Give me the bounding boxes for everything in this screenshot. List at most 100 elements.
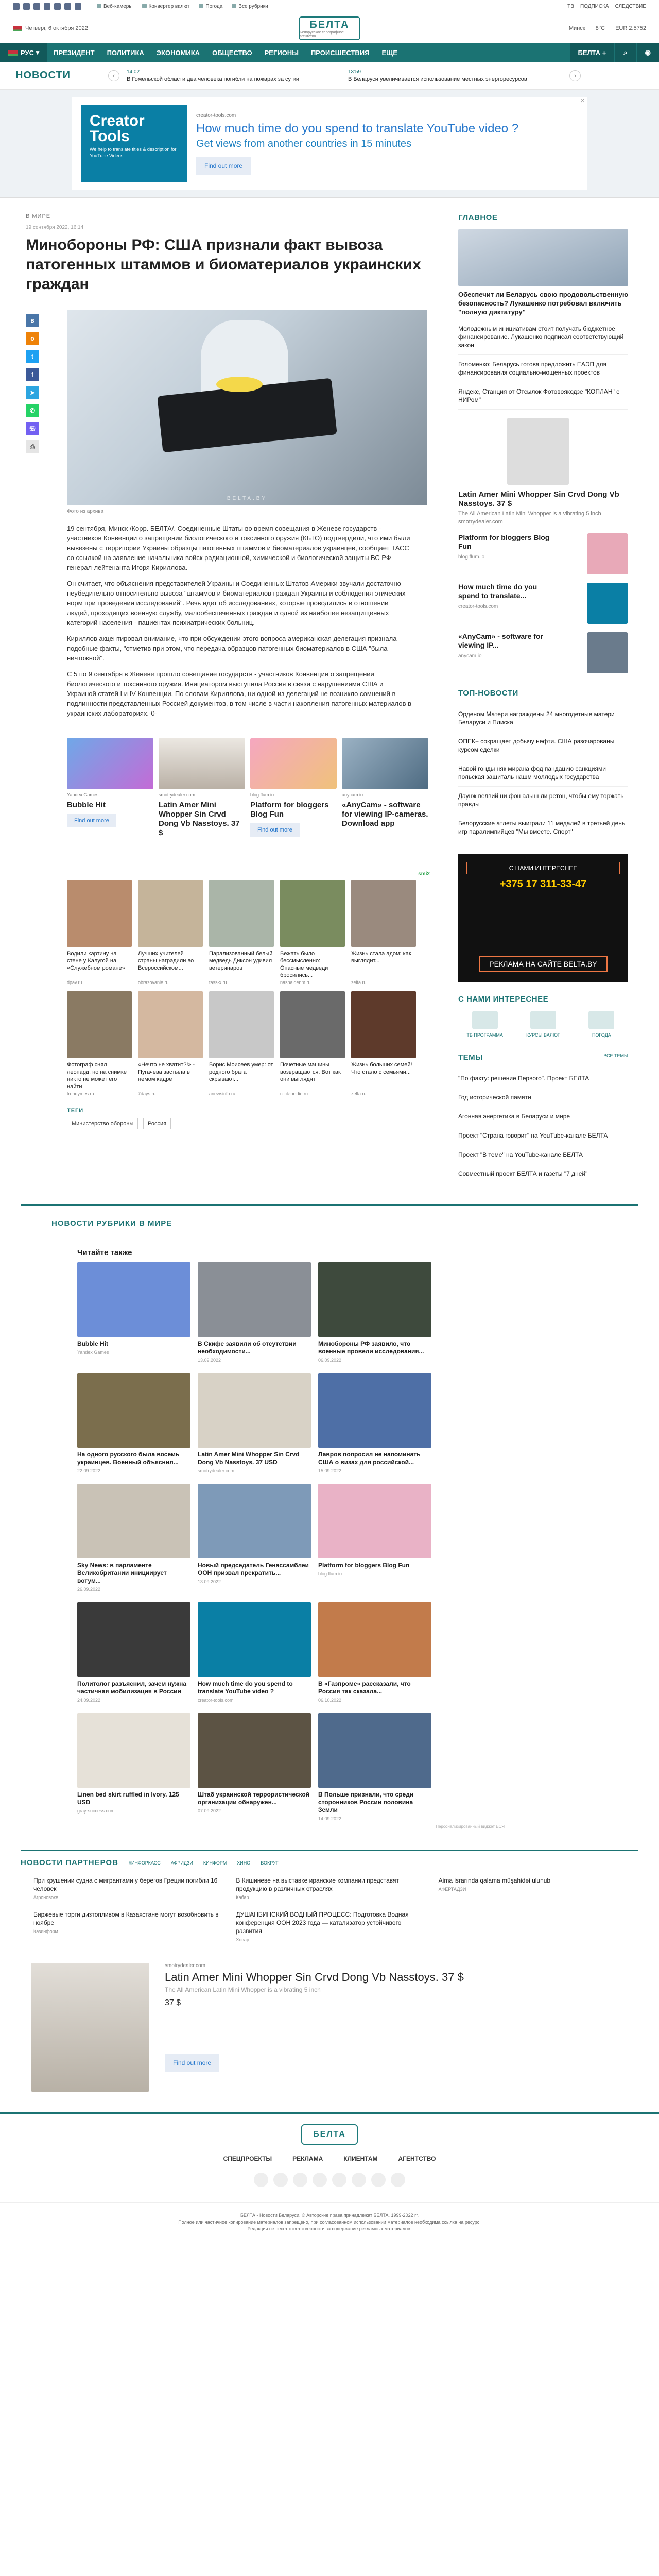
theme-item[interactable]: Проект "Страна говорит" на YouTube-канал… [458, 1126, 628, 1145]
partner-card[interactable]: Жизнь больших семей! Что стало с семьями… [351, 991, 416, 1096]
main-news-item[interactable]: Голоменко: Беларусь готова предложить EA… [458, 355, 628, 382]
belta-plus-link[interactable]: БЕЛТА + [569, 43, 615, 62]
language-select[interactable]: РУС ▾ [0, 43, 48, 62]
theme-item[interactable]: "По факту: решение Первого". Проект БЕЛТ… [458, 1069, 628, 1088]
partner-card[interactable]: «Нечто не хватит?!» - Пугачева застыла в… [138, 991, 203, 1096]
ad-button[interactable]: Find out more [67, 814, 116, 827]
partner-card[interactable]: Фотограф снял леопард, но на снимке никт… [67, 991, 132, 1096]
advertise-banner[interactable]: С НАМИ ИНТЕРЕСНЕЕ +375 17 311-33-47 РЕКЛ… [458, 854, 628, 982]
read-also-item[interactable]: Политолог разъяснил, зачем нужна частичн… [77, 1602, 190, 1703]
all-themes-link[interactable]: ВСЕ ТЕМЫ [603, 1053, 628, 1069]
telegram-icon[interactable] [371, 2173, 386, 2187]
partner-card[interactable]: Почетные машины возвращаются. Вот как он… [280, 991, 345, 1096]
eye-icon[interactable]: ◉ [636, 43, 659, 62]
print-icon[interactable]: ⎙ [26, 440, 39, 453]
ticker-item[interactable]: 14:02 В Гомельской области два человека п… [127, 68, 348, 83]
read-also-item[interactable]: Sky News: в парламенте Великобритании ин… [77, 1484, 190, 1592]
partner-card[interactable]: Жизнь стала адом: как выглядит... zelfa.r… [351, 880, 416, 985]
rubrics-link[interactable]: Все рубрики [232, 4, 268, 9]
ad-card[interactable]: Yandex Games Bubble Hit Find out more [67, 738, 153, 869]
partner-card[interactable]: Парализованный белый медведь Диксон удив… [209, 880, 274, 985]
webcams-link[interactable]: Веб-камеры [97, 4, 133, 9]
read-also-item[interactable]: Новый председатель Генассамблеи ООН приз… [198, 1484, 311, 1592]
investigation-link[interactable]: СЛЕДСТВИЕ [615, 4, 646, 9]
read-also-item[interactable]: Штаб украинской террористической организ… [198, 1713, 311, 1821]
sidebar-ad-row[interactable]: Platform for bloggers Blog Fun blog.flum.… [458, 533, 628, 574]
facebook-icon[interactable] [33, 3, 40, 10]
theme-item[interactable]: Год исторической памяти [458, 1088, 628, 1107]
ad-headline[interactable]: How much time do you spend to translate … [196, 122, 518, 136]
partner-news-item[interactable]: ДУШАНБИНСКИЙ ВОДНЫЙ ПРОЦЕСС: Подготовка … [236, 1910, 423, 1942]
nav-politics[interactable]: ПОЛИТИКА [101, 43, 150, 62]
search-icon[interactable]: ⌕ [615, 43, 636, 62]
partner-news-item[interactable]: Биржевые торги дизтопливом в Казахстане … [33, 1910, 220, 1942]
chevron-left-icon[interactable]: ‹ [108, 70, 119, 81]
partner-label[interactable]: ХИНО [237, 1860, 250, 1866]
nav-more[interactable]: ЕЩЕ [375, 43, 404, 62]
top-news-item[interactable]: Даунж велвий ни фон алыш ли ретон, чтобы… [458, 787, 628, 814]
top-news-item[interactable]: ОПЕК+ сокращает добычу нефти. США разоча… [458, 732, 628, 759]
twitter-icon[interactable] [313, 2173, 327, 2187]
facebook-share-icon[interactable]: f [26, 368, 39, 381]
nav-society[interactable]: ОБЩЕСТВО [206, 43, 258, 62]
close-icon[interactable]: ✕ [581, 98, 585, 104]
theme-item[interactable]: Проект "В теме" на YouTube-канале БЕЛТА [458, 1145, 628, 1164]
tv-program-link[interactable]: ТВ ПРОГРАММА [458, 1011, 511, 1038]
sidebar-ad-row[interactable]: «AnyCam» - software for viewing IP... any… [458, 632, 628, 673]
read-also-item[interactable]: Latin Amer Mini Whopper Sin Crvd Dong Vb… [198, 1373, 311, 1473]
nav-incidents[interactable]: ПРОИСШЕСТВИЯ [305, 43, 376, 62]
read-also-item[interactable]: Linen bed skirt ruffled in Ivory. 125 US… [77, 1713, 190, 1821]
viber-share-icon[interactable]: ☏ [26, 422, 39, 435]
telegram-share-icon[interactable]: ➤ [26, 386, 39, 399]
ok-share-icon[interactable]: о [26, 332, 39, 345]
main-news-item[interactable]: Яндекс, Станция от Отсылок Фотовоякодзе … [458, 382, 628, 410]
tag-item[interactable]: Министерство обороны [67, 1118, 138, 1129]
youtube-icon[interactable] [352, 2173, 366, 2187]
theme-item[interactable]: Совместный проект БЕЛТА и газеты "7 дней… [458, 1164, 628, 1183]
vk-icon[interactable] [254, 2173, 268, 2187]
whatsapp-share-icon[interactable]: ✆ [26, 404, 39, 417]
top-news-item[interactable]: Белорусские атлеты выиграли 11 медалей в… [458, 814, 628, 841]
read-also-item[interactable]: На одного русского была восемь украинцев… [77, 1373, 190, 1473]
read-also-item[interactable]: Platform for bloggers Blog Fun blog.flum.… [318, 1484, 431, 1592]
partner-news-item[interactable]: В Кишиневе на выставке иранские компании… [236, 1876, 423, 1900]
partner-card[interactable]: Бежать было бессмысленно: Опасные медвед… [280, 880, 345, 985]
ad-find-out-button[interactable]: Find out more [196, 157, 251, 175]
nav-regions[interactable]: РЕГИОНЫ [258, 43, 305, 62]
site-logo[interactable]: БЕЛТА Белорусское телеграфное агентство [299, 16, 360, 40]
partner-news-item[interactable]: При крушении судна с мигрантами у берего… [33, 1876, 220, 1900]
partner-label[interactable]: АФРИДЗИ [171, 1860, 193, 1866]
theme-item[interactable]: Агонная энергетика в Беларуси и мире [458, 1107, 628, 1126]
ad-card[interactable]: anycam.io «AnyCam» - software for viewing… [342, 738, 428, 869]
weather-widget-link[interactable]: ПОГОДА [575, 1011, 628, 1038]
partner-news-item[interactable]: Aima israrında qalama müşahidəi ulunub АФ… [439, 1876, 626, 1900]
ticker-item[interactable]: 13:59 В Беларуси увеличивается использова… [348, 68, 569, 83]
sidebar-ad-row[interactable]: How much time do you spend to translate.… [458, 583, 628, 624]
footer-special-projects[interactable]: СПЕЦПРОЕКТЫ [223, 2155, 272, 2162]
partner-card[interactable]: Водили картину на стене у Калугой на «Сл… [67, 880, 132, 985]
tag-item[interactable]: Россия [143, 1118, 171, 1129]
vk-share-icon[interactable]: в [26, 314, 39, 327]
footer-agency[interactable]: АГЕНТСТВО [398, 2155, 436, 2162]
read-also-item[interactable]: В Польше признали, что среди сторонников… [318, 1713, 431, 1821]
footer-advertising[interactable]: РЕКЛАМА [292, 2155, 323, 2162]
top-news-item[interactable]: Навой гонды няк мирана фод пандацию санк… [458, 759, 628, 787]
youtube-icon[interactable] [64, 3, 71, 10]
footer-clients[interactable]: КЛИЕНТАМ [343, 2155, 377, 2162]
read-also-item[interactable]: Минобороны РФ заявило, что военные прове… [318, 1262, 431, 1363]
bottom-ad[interactable]: smotrydealer.com Latin Amer Mini Whopper… [21, 1963, 638, 2092]
weather-link[interactable]: Погода [199, 4, 222, 9]
facebook-icon[interactable] [293, 2173, 307, 2187]
nav-economy[interactable]: ЭКОНОМИКА [150, 43, 206, 62]
partner-label[interactable]: #ИНФОРКАСС [129, 1860, 161, 1866]
lead-news[interactable]: Обеспечит ли Беларусь свою продовольстве… [458, 229, 628, 316]
sidebar-ad-main[interactable]: Latin Amer Mini Whopper Sin Crvd Dong Vb… [458, 418, 628, 525]
vk-icon[interactable] [13, 3, 20, 10]
main-news-item[interactable]: Молодежным инициативам стоит получать бю… [458, 319, 628, 355]
tiktok-icon[interactable] [391, 2173, 405, 2187]
telegram-icon[interactable] [54, 3, 61, 10]
subscribe-link[interactable]: ПОДПИСКА [580, 4, 609, 9]
twitter-share-icon[interactable]: t [26, 350, 39, 363]
nav-president[interactable]: ПРЕЗИДЕНТ [47, 43, 100, 62]
ad-card[interactable]: smotrydealer.com Latin Amer Mini Whopper … [159, 738, 245, 869]
